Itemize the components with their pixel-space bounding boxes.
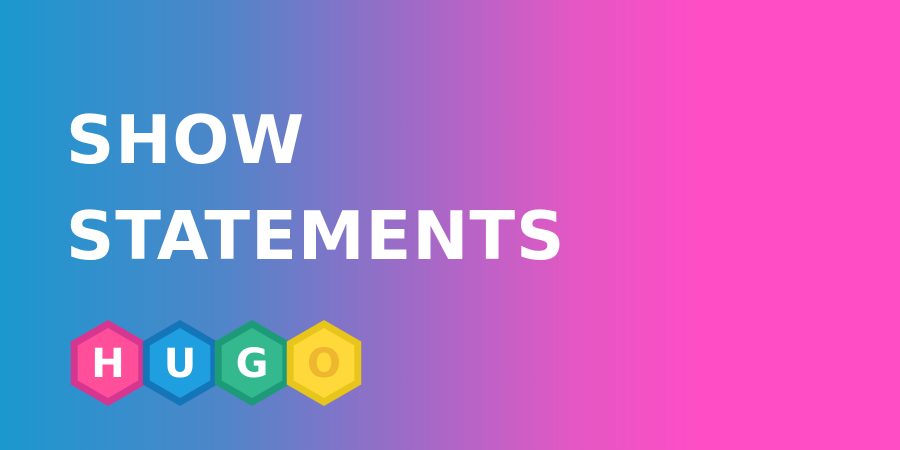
- logo-letter-text: O: [307, 341, 341, 387]
- logo-letter-u: U: [142, 320, 218, 406]
- logo-letter-text: H: [91, 341, 124, 387]
- logo-letter-text: U: [164, 341, 196, 387]
- title-line-2: STATEMENTS: [66, 197, 566, 275]
- logo-letter-text: G: [236, 341, 269, 387]
- logo-letter-o: O: [286, 320, 362, 406]
- hugo-logo: HUGO: [68, 318, 388, 408]
- title-line-1: SHOW: [66, 101, 306, 179]
- page-title: SHOW STATEMENTS: [66, 92, 565, 284]
- logo-letter-g: G: [214, 320, 290, 406]
- logo-letter-h: H: [70, 320, 146, 406]
- hugo-logo-graphic: HUGO: [70, 320, 362, 406]
- banner: SHOW STATEMENTS HUGO: [0, 0, 900, 450]
